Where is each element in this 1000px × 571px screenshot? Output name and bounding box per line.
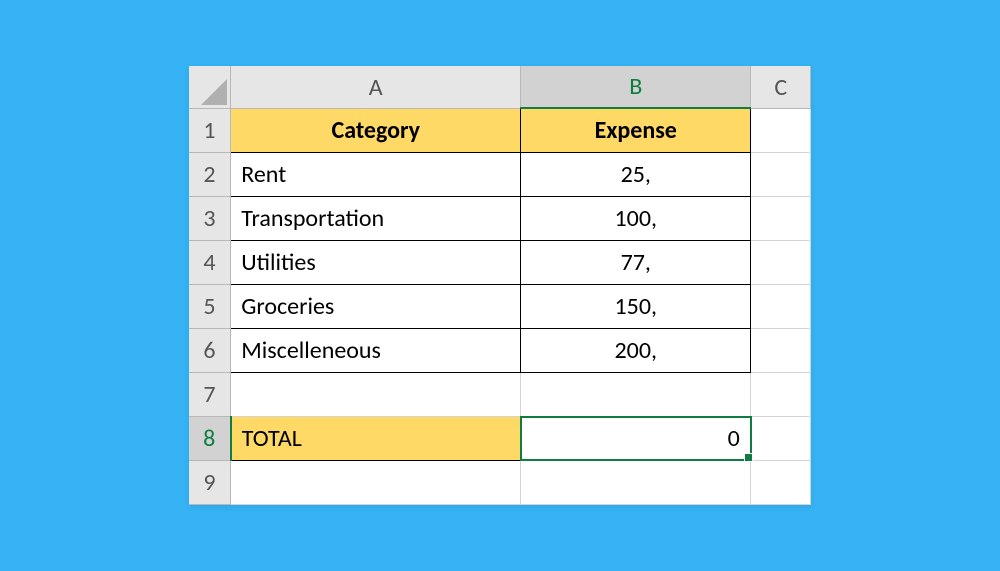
grid: A B C 1 Category Expense 2 Rent 25, 3 Tr… bbox=[189, 66, 812, 505]
active-cell-outline: 0 bbox=[520, 416, 752, 462]
cell-C5[interactable] bbox=[751, 284, 811, 328]
col-header-B[interactable]: B bbox=[521, 66, 751, 108]
row-header-7[interactable]: 7 bbox=[189, 372, 231, 416]
cell-C8[interactable] bbox=[751, 416, 811, 460]
row-header-2[interactable]: 2 bbox=[189, 152, 231, 196]
row-header-6[interactable]: 6 bbox=[189, 328, 231, 372]
cell-B8[interactable]: 0 bbox=[521, 416, 751, 460]
row-header-4[interactable]: 4 bbox=[189, 240, 231, 284]
cell-B4[interactable]: 77, bbox=[521, 240, 751, 284]
cell-C6[interactable] bbox=[751, 328, 811, 372]
cell-A9[interactable] bbox=[231, 460, 521, 504]
cell-C1[interactable] bbox=[751, 108, 811, 152]
cell-A8[interactable]: TOTAL bbox=[231, 416, 521, 460]
select-all-corner[interactable] bbox=[189, 66, 231, 108]
cell-A6[interactable]: Miscelleneous bbox=[231, 328, 521, 372]
col-header-A[interactable]: A bbox=[231, 66, 521, 108]
spreadsheet: A B C 1 Category Expense 2 Rent 25, 3 Tr… bbox=[189, 66, 812, 505]
cell-A4[interactable]: Utilities bbox=[231, 240, 521, 284]
cell-C9[interactable] bbox=[751, 460, 811, 504]
row-header-1[interactable]: 1 bbox=[189, 108, 231, 152]
row-header-9[interactable]: 9 bbox=[189, 460, 231, 504]
cell-B1[interactable]: Expense bbox=[521, 108, 751, 152]
cell-A5[interactable]: Groceries bbox=[231, 284, 521, 328]
cell-A2[interactable]: Rent bbox=[231, 152, 521, 196]
row-header-5[interactable]: 5 bbox=[189, 284, 231, 328]
col-header-C[interactable]: C bbox=[751, 66, 811, 108]
cell-C3[interactable] bbox=[751, 196, 811, 240]
cell-C7[interactable] bbox=[751, 372, 811, 416]
cell-B3[interactable]: 100, bbox=[521, 196, 751, 240]
cell-B8-value: 0 bbox=[728, 424, 740, 453]
cell-A1[interactable]: Category bbox=[231, 108, 521, 152]
cell-C2[interactable] bbox=[751, 152, 811, 196]
cell-B7[interactable] bbox=[521, 372, 751, 416]
cell-C4[interactable] bbox=[751, 240, 811, 284]
cell-B9[interactable] bbox=[521, 460, 751, 504]
cell-A7[interactable] bbox=[231, 372, 521, 416]
cell-B5[interactable]: 150, bbox=[521, 284, 751, 328]
cell-B6[interactable]: 200, bbox=[521, 328, 751, 372]
cell-A3[interactable]: Transportation bbox=[231, 196, 521, 240]
cell-B2[interactable]: 25, bbox=[521, 152, 751, 196]
row-header-8[interactable]: 8 bbox=[189, 416, 231, 460]
row-header-3[interactable]: 3 bbox=[189, 196, 231, 240]
